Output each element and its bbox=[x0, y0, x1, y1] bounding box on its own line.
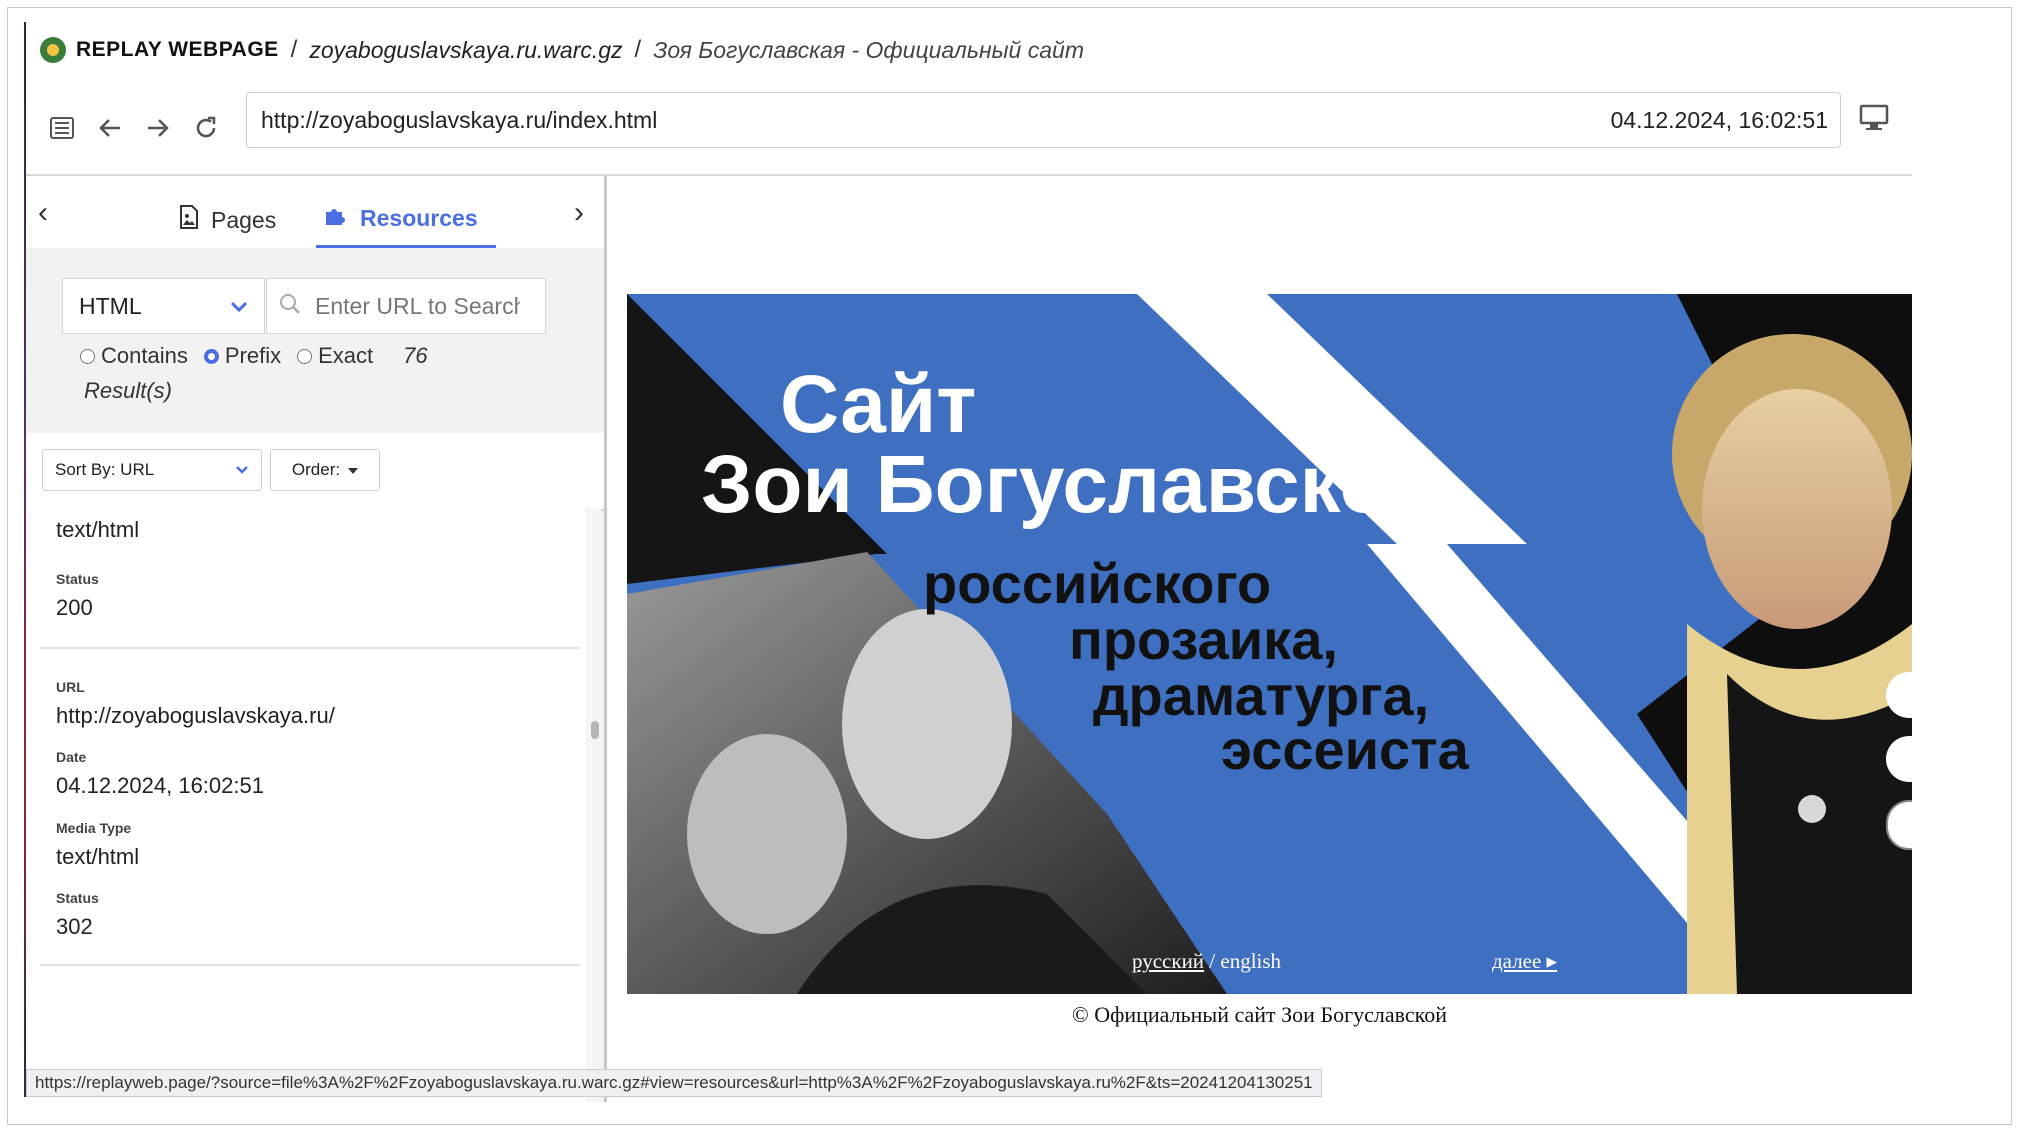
lang-english-link[interactable]: / english bbox=[1204, 949, 1281, 973]
date-value: 04.12.2024, 16:02:51 bbox=[56, 773, 264, 798]
url-field: URL http://zoyaboguslavskaya.ru/ bbox=[56, 679, 335, 729]
link-status-tooltip: https://replayweb.page/?source=file%3A%2… bbox=[26, 1069, 1322, 1097]
media-type-value: text/html bbox=[56, 517, 140, 542]
radio-circle-selected[interactable] bbox=[203, 348, 219, 364]
radio-exact[interactable]: Exact bbox=[297, 343, 373, 369]
tab-resources[interactable]: Resources bbox=[316, 192, 496, 248]
replay-content: Сайт Зои Богуславской российского прозаи… bbox=[607, 176, 1912, 1102]
sort-bar: Sort By: URL Order: bbox=[26, 433, 604, 511]
brand-name[interactable]: REPLAY WEBPAGE bbox=[76, 38, 279, 62]
media-type-value: text/html bbox=[56, 844, 140, 869]
chevron-down-icon bbox=[230, 293, 248, 319]
banner-title-line1: Сайт bbox=[780, 359, 977, 450]
divider bbox=[40, 647, 580, 649]
page-image-icon bbox=[179, 204, 199, 236]
status-label: Status bbox=[56, 890, 99, 906]
sidebar-toggle-icon[interactable] bbox=[40, 106, 84, 150]
search-input[interactable] bbox=[313, 291, 522, 321]
sidebar: ‹ Pages Resources › HTML Enter URL to Se… bbox=[26, 176, 607, 1102]
reload-icon[interactable] bbox=[184, 106, 228, 150]
status-value: 302 bbox=[56, 914, 93, 939]
radio-contains-label: Contains bbox=[101, 343, 188, 368]
replay-logo-icon[interactable] bbox=[40, 37, 66, 63]
next-link[interactable]: далее ▸ bbox=[1492, 949, 1557, 974]
sidebar-scrollbar[interactable] bbox=[587, 509, 601, 1102]
banner-subtitle-line: драматурга, bbox=[1093, 664, 1430, 727]
tab-pages-label: Pages bbox=[211, 206, 277, 233]
status-field: Status 302 bbox=[56, 890, 99, 940]
replay-app: REPLAY WEBPAGE / zoyaboguslavskaya.ru.wa… bbox=[26, 22, 1912, 1102]
type-select[interactable]: HTML bbox=[62, 278, 265, 334]
monitor-icon[interactable] bbox=[1859, 104, 1889, 132]
media-type-field: Media Type text/html bbox=[56, 820, 139, 870]
forward-arrow-icon[interactable] bbox=[136, 106, 180, 150]
banner-title-line2: Зои Богуславской bbox=[701, 439, 1441, 530]
breadcrumb-separator: / bbox=[290, 36, 298, 63]
sort-by-select[interactable]: Sort By: URL bbox=[42, 449, 262, 491]
url-label: URL bbox=[56, 679, 85, 695]
back-arrow-icon[interactable] bbox=[88, 106, 132, 150]
status-label: Status bbox=[56, 571, 99, 587]
resource-list: text/html Status 200 URL http://zoyabogu… bbox=[26, 509, 586, 1102]
radio-circle[interactable] bbox=[80, 348, 95, 364]
caret-down-icon bbox=[348, 460, 359, 480]
url-text[interactable]: http://zoyaboguslavskaya.ru/index.html bbox=[261, 107, 657, 134]
order-label: Order: bbox=[291, 460, 341, 479]
radio-exact-label: Exact bbox=[318, 343, 374, 368]
capture-timestamp[interactable]: 04.12.2024, 16:02:51 bbox=[1611, 107, 1828, 134]
puzzle-icon bbox=[324, 204, 348, 233]
match-mode-group: Contains Prefix Exact 76 bbox=[80, 343, 428, 369]
language-switch: русский / english bbox=[1132, 949, 1281, 974]
media-type-label: Media Type bbox=[56, 820, 132, 836]
radio-prefix[interactable]: Prefix bbox=[203, 343, 282, 369]
result-count: 76 bbox=[403, 343, 428, 368]
chevron-right-icon[interactable]: › bbox=[574, 196, 584, 230]
date-label: Date bbox=[56, 749, 87, 765]
url-value[interactable]: http://zoyaboguslavskaya.ru/ bbox=[56, 703, 335, 729]
url-bar[interactable]: http://zoyaboguslavskaya.ru/index.html 0… bbox=[246, 92, 1841, 148]
scrollbar-thumb[interactable] bbox=[591, 721, 599, 739]
radio-prefix-label: Prefix bbox=[224, 343, 282, 368]
type-select-value: HTML bbox=[79, 292, 142, 319]
navigation-bar: http://zoyaboguslavskaya.ru/index.html 0… bbox=[26, 82, 1912, 176]
order-select[interactable]: Order: bbox=[270, 449, 380, 491]
site-banner[interactable]: Сайт Зои Богуславской российского прозаи… bbox=[627, 294, 1912, 994]
archive-file-name[interactable]: zoyaboguslavskaya.ru.warc.gz bbox=[309, 37, 622, 64]
status-field: Status 200 bbox=[56, 571, 99, 621]
search-icon bbox=[279, 293, 301, 320]
copyright-text: © Официальный сайт Зои Богуславской bbox=[1072, 1002, 1447, 1027]
lang-russian-link[interactable]: русский bbox=[1132, 949, 1204, 973]
sidebar-tabs: ‹ Pages Resources › bbox=[26, 176, 604, 249]
banner-subtitle-line: эссеиста bbox=[1221, 718, 1469, 781]
banner-subtitle-line: российского bbox=[923, 552, 1272, 615]
divider bbox=[40, 964, 580, 966]
chevron-down-icon bbox=[235, 460, 249, 480]
results-label: Result(s) bbox=[84, 378, 173, 403]
status-value: 200 bbox=[56, 595, 93, 620]
page-title: Зоя Богуславская - Официальный сайт bbox=[653, 36, 1084, 63]
radio-circle[interactable] bbox=[297, 348, 313, 364]
banner-subtitle-line: прозаика, bbox=[1069, 608, 1338, 671]
radio-contains[interactable]: Contains bbox=[80, 343, 188, 369]
url-search-box[interactable] bbox=[266, 278, 546, 334]
breadcrumb-separator: / bbox=[634, 36, 642, 63]
tab-resources-label: Resources bbox=[360, 205, 478, 231]
app-header: REPLAY WEBPAGE / zoyaboguslavskaya.ru.wa… bbox=[26, 22, 1912, 78]
date-field: Date 04.12.2024, 16:02:51 bbox=[56, 749, 264, 799]
tab-pages[interactable]: Pages bbox=[171, 192, 316, 248]
resource-filter: HTML Contains Prefix Exact 76 Result(s) bbox=[26, 248, 604, 433]
chevron-left-icon[interactable]: ‹ bbox=[38, 196, 48, 230]
list-item[interactable]: text/html bbox=[56, 509, 139, 543]
sort-by-label: Sort By: URL bbox=[55, 460, 155, 479]
